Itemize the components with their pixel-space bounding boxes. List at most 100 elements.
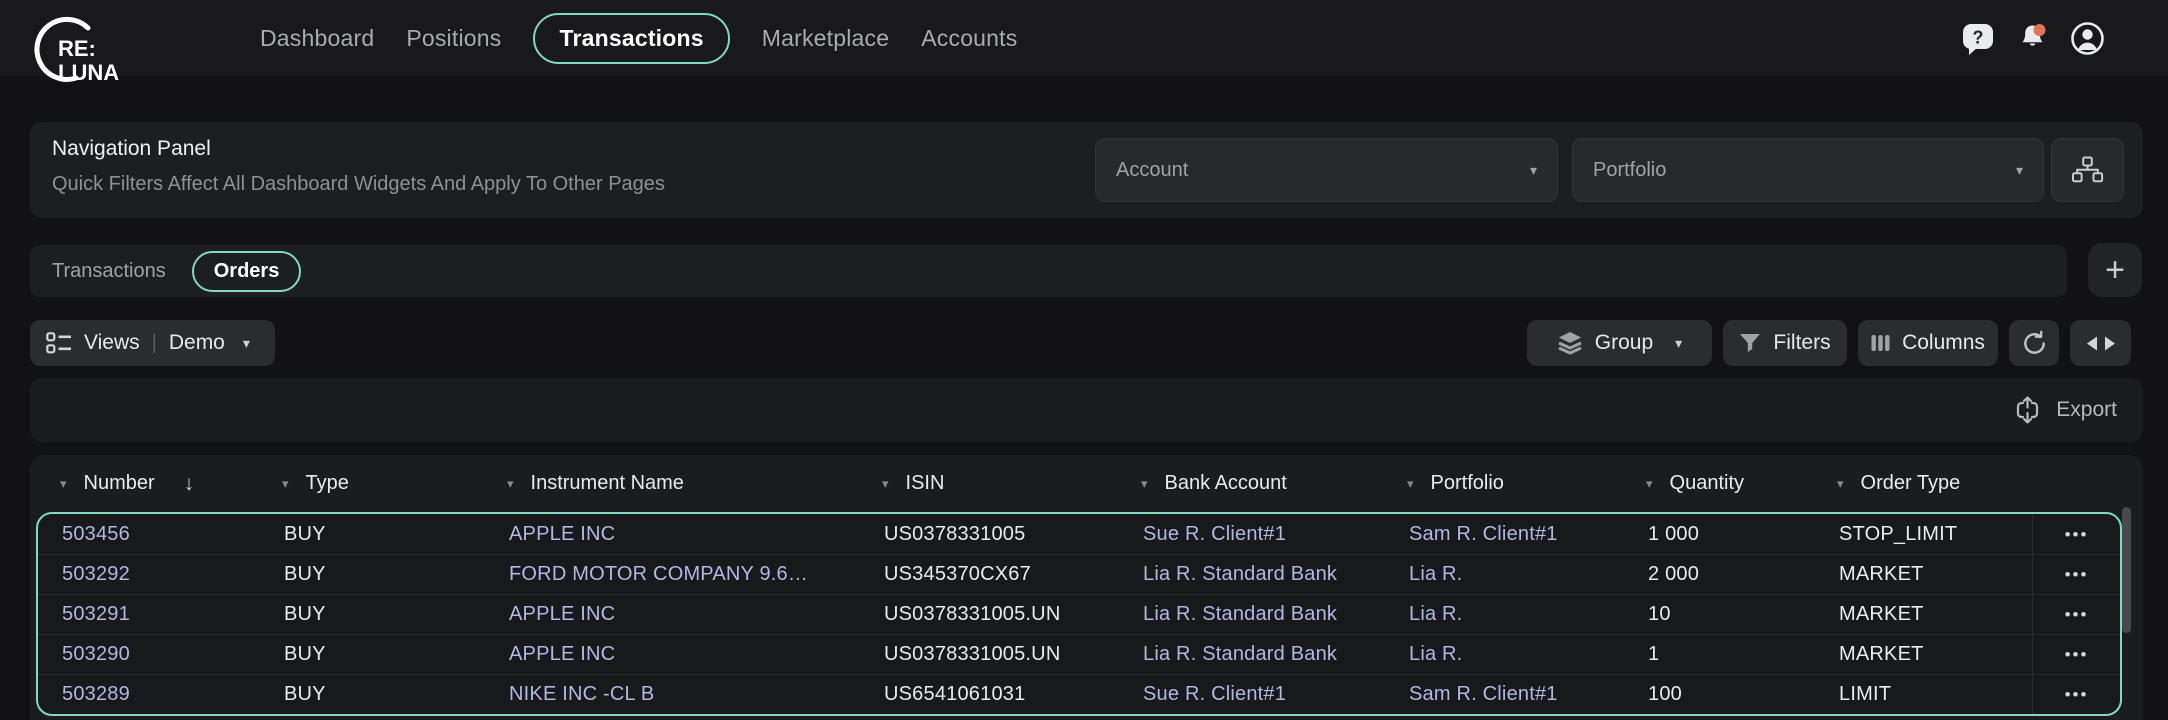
refresh-icon xyxy=(2021,330,2048,357)
more-dots-icon: ••• xyxy=(2065,565,2089,584)
views-selector[interactable]: Views | Demo ▾ xyxy=(30,320,275,366)
portfolio-select[interactable]: Portfolio ▾ xyxy=(1572,138,2044,202)
column-header-portfolio[interactable]: ▾ Portfolio xyxy=(1383,472,1622,495)
table-toolbar: Group ▾ Filters Columns xyxy=(1527,320,2131,366)
bank-account-link[interactable]: Lia R. Standard Bank xyxy=(1143,643,1337,665)
column-menu-icon[interactable]: ▾ xyxy=(1141,476,1148,492)
hierarchy-button[interactable] xyxy=(2051,138,2124,202)
column-label: Order Type xyxy=(1861,472,1961,495)
funnel-icon xyxy=(1739,333,1761,353)
column-menu-icon[interactable]: ▾ xyxy=(60,476,67,492)
nav-positions[interactable]: Positions xyxy=(406,25,501,52)
view-tabs: Transactions Orders xyxy=(30,245,2067,297)
isin-cell: US0378331005 xyxy=(884,523,1025,545)
order-number-link[interactable]: 503289 xyxy=(62,683,130,705)
quantity-cell: 1 xyxy=(1648,643,1659,665)
refresh-button[interactable] xyxy=(2009,320,2059,366)
profile-button[interactable] xyxy=(2069,20,2106,57)
type-cell: BUY xyxy=(284,603,326,625)
order-number-link[interactable]: 503291 xyxy=(62,603,130,625)
column-label: Quantity xyxy=(1670,472,1744,495)
tab-transactions[interactable]: Transactions xyxy=(52,260,166,283)
order-type-cell: LIMIT xyxy=(1839,683,1891,705)
order-type-cell: MARKET xyxy=(1839,603,1924,625)
nav-dashboard[interactable]: Dashboard xyxy=(260,25,374,52)
order-number-link[interactable]: 503292 xyxy=(62,563,130,585)
column-menu-icon[interactable]: ▾ xyxy=(1407,476,1414,492)
columns-button[interactable]: Columns xyxy=(1858,320,1998,366)
help-bubble-icon: ? xyxy=(1960,20,1996,56)
bank-account-link[interactable]: Sue R. Client#1 xyxy=(1143,683,1286,705)
column-label: Number xyxy=(84,472,155,495)
pan-left-right-button[interactable] xyxy=(2070,320,2131,366)
column-header-quantity[interactable]: ▾ Quantity xyxy=(1622,472,1813,495)
notifications-button[interactable] xyxy=(2014,20,2051,57)
table-row[interactable]: 503456 BUY APPLE INC US0378331005 Sue R.… xyxy=(38,514,2120,554)
filters-label: Filters xyxy=(1773,331,1830,355)
row-menu-button[interactable]: ••• xyxy=(2065,566,2089,583)
column-header-bank-account[interactable]: ▾ Bank Account xyxy=(1117,472,1383,495)
group-button[interactable]: Group ▾ xyxy=(1527,320,1712,366)
views-current-value: Demo xyxy=(169,331,225,355)
nav-accounts[interactable]: Accounts xyxy=(921,25,1017,52)
portfolio-link[interactable]: Sam R. Client#1 xyxy=(1409,683,1558,705)
nav-marketplace[interactable]: Marketplace xyxy=(762,25,889,52)
instrument-link[interactable]: APPLE INC xyxy=(509,603,615,625)
portfolio-link[interactable]: Sam R. Client#1 xyxy=(1409,523,1558,545)
bank-account-link[interactable]: Lia R. Standard Bank xyxy=(1143,603,1337,625)
brand-text-bottom: LUNA xyxy=(58,60,119,85)
column-menu-icon[interactable]: ▾ xyxy=(507,476,514,492)
arrow-left-icon xyxy=(2086,336,2098,351)
bank-account-link[interactable]: Lia R. Standard Bank xyxy=(1143,563,1337,585)
filters-button[interactable]: Filters xyxy=(1723,320,1847,366)
portfolio-link[interactable]: Lia R. xyxy=(1409,603,1462,625)
column-header-isin[interactable]: ▾ ISIN xyxy=(858,472,1117,495)
brand-text-top: RE: xyxy=(58,36,96,61)
column-header-instrument-name[interactable]: ▾ Instrument Name xyxy=(483,472,858,495)
orders-table: ▾ Number ↓ ▾ Type ▾ Instrument Name ▾ IS… xyxy=(30,455,2143,720)
column-menu-icon[interactable]: ▾ xyxy=(1837,476,1844,492)
row-menu-button[interactable]: ••• xyxy=(2065,686,2089,703)
portfolio-link[interactable]: Lia R. xyxy=(1409,563,1462,585)
column-menu-icon[interactable]: ▾ xyxy=(282,476,289,492)
tab-orders[interactable]: Orders xyxy=(192,251,302,292)
export-button[interactable]: Export xyxy=(2013,395,2117,425)
table-row[interactable]: 503290 BUY APPLE INC US0378331005.UN Lia… xyxy=(38,634,2120,674)
account-select-placeholder: Account xyxy=(1116,159,1188,182)
table-row[interactable]: 503292 BUY FORD MOTOR COMPANY 9.6… US345… xyxy=(38,554,2120,594)
group-label: Group xyxy=(1595,331,1653,355)
account-select[interactable]: Account ▾ xyxy=(1095,138,1558,202)
quantity-cell: 10 xyxy=(1648,603,1671,625)
quick-filters-panel: Navigation Panel Quick Filters Affect Al… xyxy=(30,122,2143,218)
portfolio-link[interactable]: Lia R. xyxy=(1409,643,1462,665)
chevron-down-icon: ▾ xyxy=(243,335,250,352)
table-row[interactable]: 503289 BUY NIKE INC -CL B US6541061031 S… xyxy=(38,674,2120,714)
add-view-button[interactable]: + xyxy=(2088,243,2142,297)
panel-subtitle: Quick Filters Affect All Dashboard Widge… xyxy=(52,173,665,196)
order-number-link[interactable]: 503290 xyxy=(62,643,130,665)
type-cell: BUY xyxy=(284,683,326,705)
brand-logo[interactable]: RE: LUNA xyxy=(26,6,130,88)
instrument-link[interactable]: APPLE INC xyxy=(509,523,615,545)
table-row[interactable]: 503291 BUY APPLE INC US0378331005.UN Lia… xyxy=(38,594,2120,634)
column-menu-icon[interactable]: ▾ xyxy=(1646,476,1653,492)
sort-desc-icon[interactable]: ↓ xyxy=(184,472,195,496)
quantity-cell: 100 xyxy=(1648,683,1682,705)
column-menu-icon[interactable]: ▾ xyxy=(882,476,889,492)
help-button[interactable]: ? xyxy=(1960,20,1996,56)
instrument-link[interactable]: NIKE INC -CL B xyxy=(509,683,654,705)
row-menu-button[interactable]: ••• xyxy=(2065,606,2089,623)
row-menu-button[interactable]: ••• xyxy=(2065,646,2089,663)
nav-transactions[interactable]: Transactions xyxy=(533,13,729,64)
table-scrollbar-thumb[interactable] xyxy=(2122,507,2131,633)
column-header-type[interactable]: ▾ Type xyxy=(258,472,483,495)
chevron-down-icon: ▾ xyxy=(1530,162,1537,179)
bank-account-link[interactable]: Sue R. Client#1 xyxy=(1143,523,1286,545)
column-header-order-type[interactable]: ▾ Order Type xyxy=(1813,472,2030,495)
svg-text:?: ? xyxy=(1973,28,1984,48)
row-menu-button[interactable]: ••• xyxy=(2065,526,2089,543)
order-number-link[interactable]: 503456 xyxy=(62,523,130,545)
column-header-number[interactable]: ▾ Number ↓ xyxy=(36,472,258,496)
instrument-link[interactable]: FORD MOTOR COMPANY 9.6… xyxy=(509,563,808,585)
instrument-link[interactable]: APPLE INC xyxy=(509,643,615,665)
